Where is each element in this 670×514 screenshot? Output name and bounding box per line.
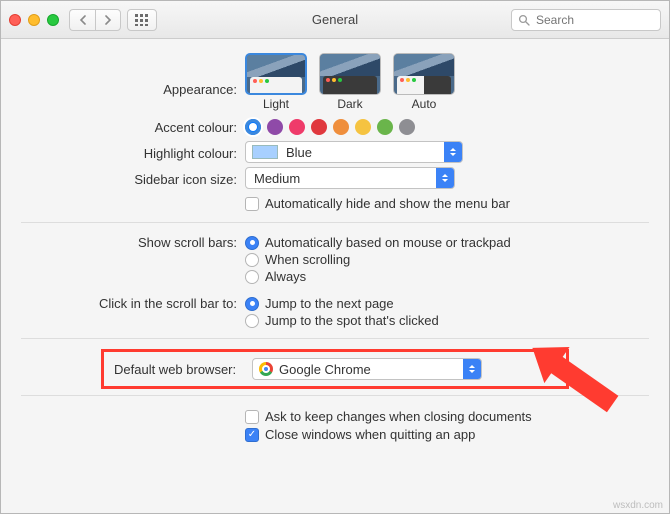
minimize-window-button[interactable] <box>28 14 40 26</box>
highlight-swatch <box>252 145 278 159</box>
appearance-auto[interactable]: Auto <box>393 53 455 111</box>
nav-back-forward <box>69 9 121 31</box>
watermark: wsxdn.com <box>613 500 663 511</box>
titlebar: General <box>1 1 669 39</box>
accent-blue[interactable] <box>245 119 261 135</box>
chevron-up-down-icon <box>463 359 481 379</box>
search-icon <box>518 14 530 26</box>
browser-value: Google Chrome <box>277 362 463 377</box>
appearance-options: Light Dark Auto <box>245 53 639 111</box>
separator <box>21 395 649 396</box>
sidebar-size-label: Sidebar icon size: <box>1 170 245 187</box>
radio-icon <box>245 236 259 250</box>
sidebar-size-dropdown[interactable]: Medium <box>245 167 455 189</box>
appearance-light-label: Light <box>263 97 289 111</box>
accent-purple[interactable] <box>267 119 283 135</box>
forward-button[interactable] <box>95 9 121 31</box>
close-windows-checkbox[interactable]: ✓ Close windows when quitting an app <box>245 427 639 442</box>
browser-label: Default web browser: <box>112 362 252 377</box>
ask-changes-label: Ask to keep changes when closing documen… <box>265 409 532 424</box>
appearance-auto-label: Auto <box>412 97 437 111</box>
traffic-lights <box>9 14 59 26</box>
scroll-when-scrolling-radio[interactable]: When scrolling <box>245 252 639 267</box>
radio-icon <box>245 297 259 311</box>
accent-graphite[interactable] <box>399 119 415 135</box>
accent-orange[interactable] <box>333 119 349 135</box>
radio-icon <box>245 270 259 284</box>
scrollclick-spot-radio[interactable]: Jump to the spot that's clicked <box>245 313 639 328</box>
chevron-left-icon <box>79 15 87 25</box>
checkbox-checked-icon: ✓ <box>245 428 259 442</box>
default-browser-dropdown[interactable]: Google Chrome <box>252 358 482 380</box>
appearance-dark-label: Dark <box>337 97 362 111</box>
chevron-right-icon <box>104 15 112 25</box>
radio-icon <box>245 253 259 267</box>
scroll-always-radio[interactable]: Always <box>245 269 639 284</box>
accent-red[interactable] <box>311 119 327 135</box>
close-windows-label: Close windows when quitting an app <box>265 427 475 442</box>
search-field[interactable] <box>511 9 661 31</box>
checkbox-icon <box>245 197 259 211</box>
sidebar-size-value: Medium <box>246 171 436 186</box>
highlight-colour-dropdown[interactable]: Blue <box>245 141 463 163</box>
scrollclick-label: Click in the scroll bar to: <box>1 294 245 311</box>
accent-colour-picker <box>245 117 639 135</box>
highlight-label: Highlight colour: <box>1 144 245 161</box>
menubar-autohide-label: Automatically hide and show the menu bar <box>265 196 510 211</box>
separator <box>21 222 649 223</box>
default-browser-highlight: Default web browser: Google Chrome <box>101 349 569 389</box>
chrome-icon <box>259 362 273 376</box>
scrollclick-next-label: Jump to the next page <box>265 296 394 311</box>
accent-green[interactable] <box>377 119 393 135</box>
zoom-window-button[interactable] <box>47 14 59 26</box>
content-area: Appearance: Light Dark Auto <box>1 39 669 513</box>
scroll-auto-label: Automatically based on mouse or trackpad <box>265 235 511 250</box>
grid-icon <box>135 14 149 26</box>
scrollbars-label: Show scroll bars: <box>1 233 245 250</box>
scrollclick-spot-label: Jump to the spot that's clicked <box>265 313 439 328</box>
appearance-light[interactable]: Light <box>245 53 307 111</box>
scrollclick-next-radio[interactable]: Jump to the next page <box>245 296 639 311</box>
highlight-value: Blue <box>284 145 444 160</box>
appearance-dark[interactable]: Dark <box>319 53 381 111</box>
appearance-label: Appearance: <box>1 68 245 97</box>
search-input[interactable] <box>534 12 654 28</box>
scroll-when-scrolling-label: When scrolling <box>265 252 350 267</box>
chevron-up-down-icon <box>436 168 454 188</box>
accent-yellow[interactable] <box>355 119 371 135</box>
separator <box>21 338 649 339</box>
close-window-button[interactable] <box>9 14 21 26</box>
back-button[interactable] <box>69 9 95 31</box>
scroll-auto-radio[interactable]: Automatically based on mouse or trackpad <box>245 235 639 250</box>
menubar-autohide-checkbox[interactable]: Automatically hide and show the menu bar <box>245 196 639 211</box>
accent-label: Accent colour: <box>1 118 245 135</box>
chevron-up-down-icon <box>444 142 462 162</box>
preferences-window: General Appearance: Light Dark <box>0 0 670 514</box>
radio-icon <box>245 314 259 328</box>
accent-pink[interactable] <box>289 119 305 135</box>
scroll-always-label: Always <box>265 269 306 284</box>
ask-changes-checkbox[interactable]: Ask to keep changes when closing documen… <box>245 409 639 424</box>
checkbox-icon <box>245 410 259 424</box>
show-all-button[interactable] <box>127 9 157 31</box>
